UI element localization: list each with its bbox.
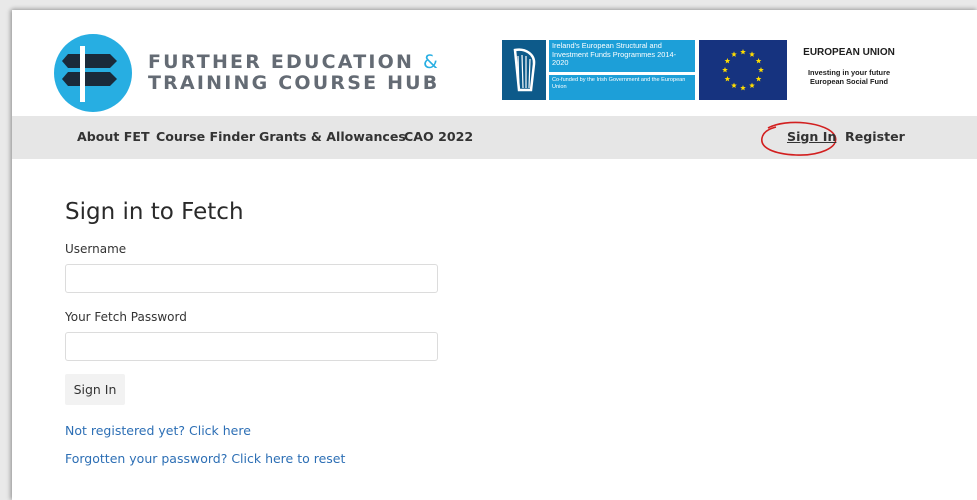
- eu-star-icon: [755, 58, 762, 64]
- fet-logo-icon[interactable]: [54, 34, 132, 112]
- brand-name[interactable]: FURTHER EDUCATION & TRAINING COURSE HUB: [148, 52, 440, 94]
- brand-amp: &: [422, 51, 440, 73]
- eu-star-icon: [758, 67, 764, 73]
- eu-star-icon: [740, 49, 746, 55]
- eu-star-icon: [724, 58, 731, 64]
- eu-title: EUROPEAN UNION: [803, 47, 895, 58]
- brand-line-2: TRAINING COURSE HUB: [148, 72, 440, 94]
- eu-logo-text: EUROPEAN UNION Investing in your future …: [794, 47, 904, 86]
- nav-about-fet[interactable]: About FET: [77, 129, 150, 144]
- structural-funds-title: Ireland's European Structural and Invest…: [549, 40, 695, 72]
- nav-cao-2022[interactable]: CAO 2022: [404, 129, 473, 144]
- eu-star-icon: [755, 76, 762, 82]
- username-label: Username: [65, 242, 127, 256]
- eu-star-icon: [722, 67, 728, 73]
- username-input[interactable]: [65, 264, 438, 293]
- sign-in-button[interactable]: Sign In: [65, 374, 125, 405]
- eu-star-icon: [731, 82, 737, 89]
- structural-funds-logo: Ireland's European Structural and Invest…: [502, 40, 695, 100]
- page-title: Sign in to Fetch: [65, 199, 244, 225]
- harp-icon: [502, 40, 546, 100]
- eu-star-icon: [749, 82, 755, 89]
- structural-funds-subtitle: Co-funded by the Irish Government and th…: [549, 75, 695, 100]
- eu-flag-icon: [699, 40, 787, 100]
- register-link[interactable]: Not registered yet? Click here: [65, 423, 251, 438]
- eu-star-icon: [731, 51, 737, 57]
- password-input[interactable]: [65, 332, 438, 361]
- nav-grants-allowances[interactable]: Grants & Allowances: [259, 129, 406, 144]
- nav-register-link[interactable]: Register: [845, 129, 905, 144]
- eu-star-icon: [749, 51, 755, 57]
- nav-course-finder[interactable]: Course Finder: [156, 129, 255, 144]
- eu-line-2: European Social Fund: [809, 77, 889, 86]
- eu-star-icon: [724, 76, 731, 82]
- nav-sign-in-link[interactable]: Sign In: [787, 129, 836, 144]
- brand-line-1: FURTHER EDUCATION: [148, 51, 415, 73]
- eu-star-icon: [740, 85, 746, 91]
- eu-line-1: Investing in your future: [807, 68, 891, 77]
- page: FURTHER EDUCATION & TRAINING COURSE HUB …: [12, 10, 977, 500]
- reset-password-link[interactable]: Forgotten your password? Click here to r…: [65, 451, 345, 466]
- password-label: Your Fetch Password: [65, 310, 187, 324]
- main-nav: About FET Course Finder Grants & Allowan…: [12, 116, 977, 159]
